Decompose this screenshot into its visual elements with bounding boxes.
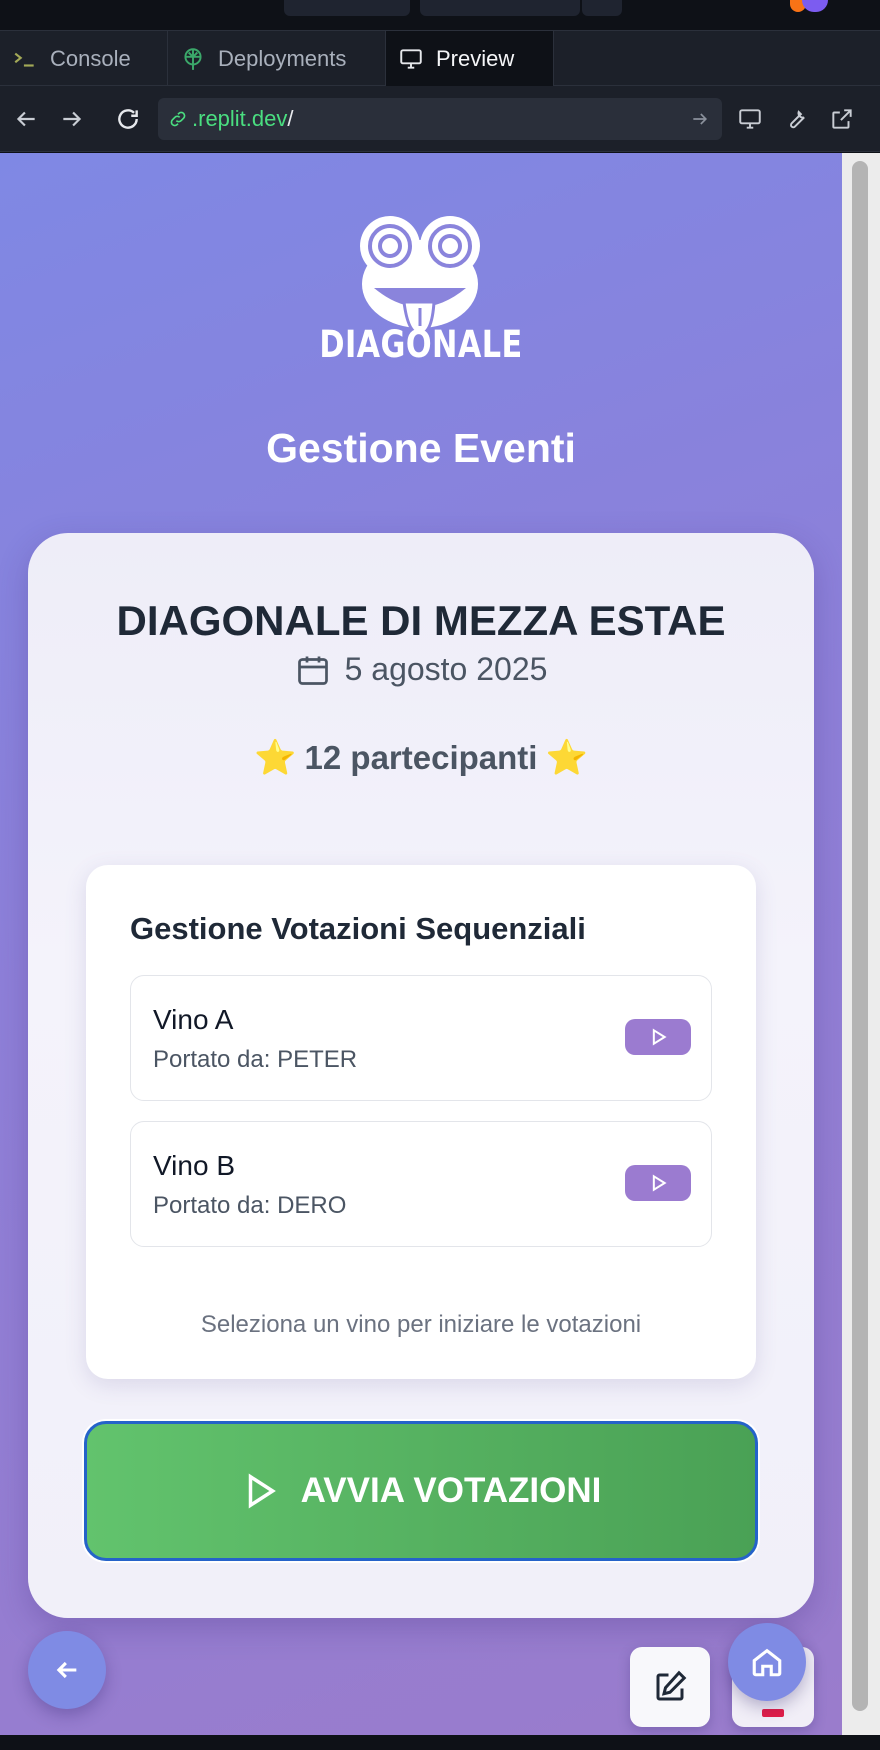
url-host: .replit.dev — [192, 106, 288, 131]
preview-scrollbar[interactable] — [842, 153, 880, 1735]
trash-icon — [762, 1709, 784, 1717]
home-icon — [752, 1648, 782, 1677]
tab-label: Console — [50, 46, 131, 71]
go-arrow-icon[interactable] — [690, 109, 710, 129]
reload-button[interactable] — [112, 103, 144, 135]
url-toolbar: .replit.dev / — [0, 86, 880, 152]
tab-bar: Console Deployments Preview — [0, 30, 880, 87]
event-date-text: 5 agosto 2025 — [344, 651, 548, 687]
participants-text: 12 partecipanti — [304, 739, 538, 776]
participants-count: ⭐ 12 partecipanti ⭐ — [28, 738, 814, 778]
external-link-icon — [832, 109, 852, 129]
terminal-icon — [14, 52, 34, 67]
star-icon: ⭐ — [254, 739, 297, 777]
tab-deployments[interactable]: Deployments — [168, 31, 386, 87]
tab-label: Deployments — [218, 46, 347, 71]
bottom-edge — [0, 1735, 880, 1750]
start-wine-vote-button[interactable] — [625, 1165, 691, 1201]
calendar-icon — [297, 656, 328, 685]
user-avatar[interactable] — [802, 0, 828, 12]
wrench-icon — [790, 110, 805, 129]
wine-name: Vino A — [153, 1004, 234, 1035]
wine-item[interactable]: Vino B Portato da: DERO — [130, 1121, 712, 1247]
tools-button[interactable] — [780, 103, 812, 135]
voting-panel: Gestione Votazioni Sequenziali Vino A Po… — [86, 865, 756, 1379]
url-path: / — [287, 106, 294, 131]
edit-button[interactable] — [630, 1647, 710, 1727]
edit-icon — [656, 1670, 687, 1701]
top-control[interactable] — [284, 0, 410, 16]
tab-preview[interactable]: Preview — [386, 31, 554, 87]
voting-hint: Seleziona un vino per iniziare le votazi… — [200, 1311, 642, 1338]
wine-brought-by: Portato da: DERO — [153, 1192, 347, 1219]
event-card: DIAGONALE DI MEZZA ESTAE 5 agosto 2025 ⭐… — [28, 533, 814, 1618]
arrow-right-icon — [63, 111, 82, 127]
voting-panel-title: Gestione Votazioni Sequenziali — [130, 911, 586, 946]
play-icon — [248, 1473, 276, 1509]
start-voting-label: AVVIA VOTAZIONI — [300, 1471, 602, 1510]
event-name: DIAGONALE DI MEZZA ESTAE — [116, 597, 726, 644]
wine-name: Vino B — [153, 1150, 235, 1181]
start-voting-button[interactable]: AVVIA VOTAZIONI — [84, 1421, 758, 1561]
event-date: 5 agosto 2025 — [28, 651, 814, 688]
wine-item[interactable]: Vino A Portato da: PETER — [130, 975, 712, 1101]
back-fab-button[interactable] — [28, 1631, 106, 1709]
window-top-strip — [0, 0, 880, 28]
tab-label: Preview — [436, 46, 515, 71]
link-icon — [170, 111, 186, 127]
scrollbar-thumb[interactable] — [852, 161, 868, 1711]
play-icon — [652, 1174, 667, 1192]
top-control[interactable] — [420, 0, 580, 16]
brand-name: DIAGONALE — [319, 323, 523, 366]
open-external-button[interactable] — [826, 103, 858, 135]
arrow-left-icon — [16, 111, 35, 127]
back-button[interactable] — [10, 103, 42, 135]
home-fab-button[interactable] — [728, 1623, 806, 1701]
page-title: Gestione Eventi — [266, 425, 576, 471]
top-control[interactable] — [582, 0, 622, 16]
forward-button[interactable] — [56, 103, 88, 135]
devtools-button[interactable] — [734, 103, 766, 135]
deployments-icon — [184, 48, 202, 70]
reload-icon — [118, 109, 138, 129]
app-preview: DIAGONALE Gestione Eventi DIAGONALE DI M… — [0, 153, 842, 1735]
tab-console[interactable]: Console — [0, 31, 168, 87]
url-field[interactable]: .replit.dev / — [158, 98, 722, 140]
star-icon: ⭐ — [545, 739, 588, 777]
play-icon — [652, 1028, 667, 1046]
monitor-icon — [739, 109, 761, 129]
wine-brought-by: Portato da: PETER — [153, 1046, 358, 1073]
start-wine-vote-button[interactable] — [625, 1019, 691, 1055]
arrow-left-icon — [56, 1661, 77, 1679]
monitor-icon — [400, 49, 422, 69]
